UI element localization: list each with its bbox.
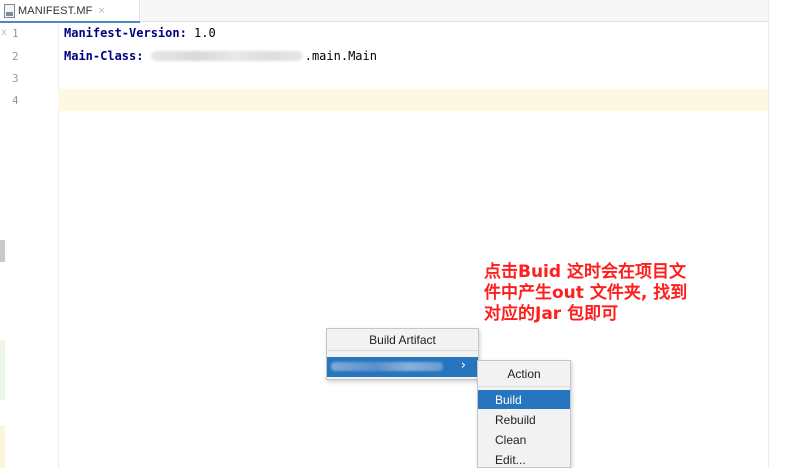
chevron-right-icon: › <box>460 358 466 373</box>
line-number: 3 <box>12 72 19 85</box>
redacted-text <box>331 362 443 371</box>
build-artifact-menu: Build Artifact › <box>326 328 479 380</box>
code-line-2[interactable]: Main-Class: .main.Main <box>64 49 377 63</box>
menu-title: Action <box>478 361 570 387</box>
tab-manifest[interactable]: MANIFEST.MF × <box>0 0 140 23</box>
fold-marker: x <box>1 27 8 38</box>
annotation-note: 点击Buid 这时会在项目文 件中产生out 文件夹, 找到 对应的Jar 包即… <box>484 262 774 325</box>
menu-item-clean[interactable]: Clean <box>478 430 570 449</box>
annotation-line: 对应的Jar 包即可 <box>484 304 619 324</box>
close-icon[interactable]: × <box>98 5 104 17</box>
line-gutter <box>0 23 58 468</box>
manifest-value: .main.Main <box>304 49 377 63</box>
manifest-value: 1.0 <box>186 26 216 40</box>
menu-item-edit[interactable]: Edit... <box>478 450 570 468</box>
line-number: 2 <box>12 50 19 63</box>
code-line-1[interactable]: Manifest-Version: 1.0 <box>64 26 216 40</box>
annotation-line: 件中产生out 文件夹, 找到 <box>484 283 688 303</box>
current-line-highlight <box>58 89 768 111</box>
editor-right-border <box>768 0 769 468</box>
redacted-text <box>150 51 303 61</box>
manifest-key: Main-Class: <box>64 49 144 63</box>
menu-item-build[interactable]: Build <box>478 390 570 409</box>
tab-label: MANIFEST.MF <box>18 5 93 17</box>
change-marker <box>0 425 5 468</box>
editor-tab-bar: MANIFEST.MF × <box>0 0 768 23</box>
menu-item-rebuild[interactable]: Rebuild <box>478 410 570 429</box>
action-menu: Action Build Rebuild Clean Edit... <box>477 360 571 468</box>
line-number: 1 <box>12 27 19 40</box>
artifact-item[interactable]: › <box>327 357 478 377</box>
manifest-key: Manifest-Version: <box>64 26 187 40</box>
manifest-file-icon <box>4 4 15 18</box>
annotation-line: 点击Buid 这时会在项目文 <box>484 262 686 282</box>
line-number: 4 <box>12 94 19 107</box>
scroll-marker <box>0 240 5 262</box>
menu-title: Build Artifact <box>327 329 478 351</box>
change-marker <box>0 340 5 400</box>
